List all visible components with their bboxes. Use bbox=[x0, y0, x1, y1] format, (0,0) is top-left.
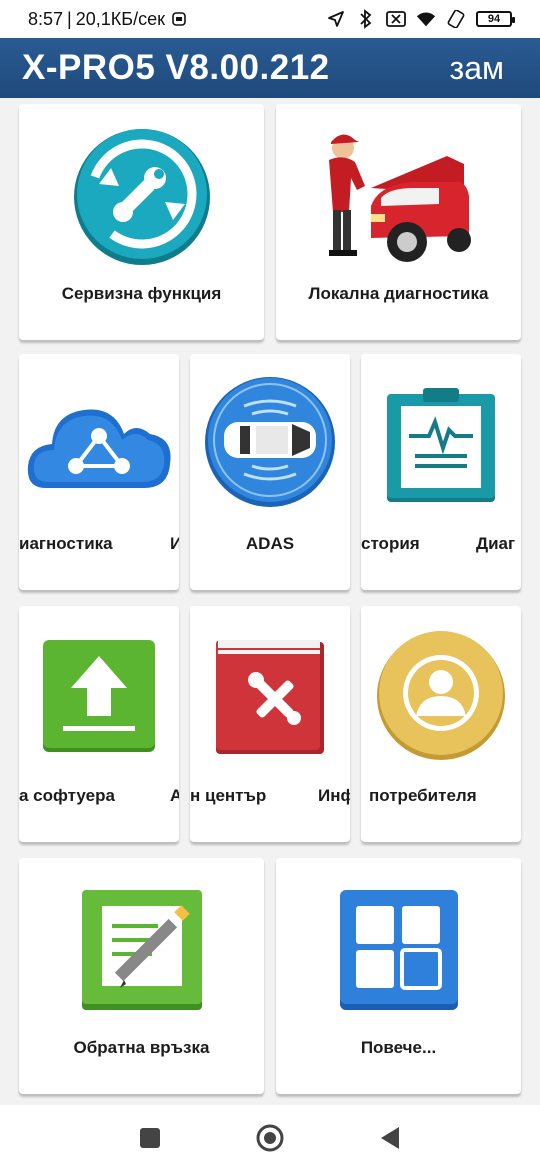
status-separator: | bbox=[67, 8, 72, 29]
notepad-pencil-icon bbox=[80, 888, 204, 1010]
tile-label: Локална диагностика bbox=[308, 284, 489, 303]
rotate-icon bbox=[446, 9, 466, 29]
tile-remote-diagnostics[interactable]: иагностика И bbox=[19, 354, 179, 590]
app-header: X-PRO5 V8.00.212 зам bbox=[0, 38, 540, 98]
mechanic-car-icon bbox=[319, 126, 479, 266]
tile-label: а софтуера bbox=[19, 786, 115, 805]
battery-icon: 94 bbox=[476, 11, 515, 27]
tile-history[interactable]: стория Диаг bbox=[361, 354, 521, 590]
tile-more[interactable]: Повече... bbox=[276, 858, 521, 1094]
adas-car-icon bbox=[204, 376, 336, 508]
wifi-icon bbox=[416, 9, 436, 29]
tile-label: Повече... bbox=[360, 1038, 437, 1057]
tile-label-edge: И bbox=[170, 534, 179, 553]
no-sim-icon bbox=[386, 9, 406, 29]
nav-bar bbox=[0, 1105, 540, 1170]
recents-button[interactable] bbox=[135, 1123, 165, 1153]
back-button[interactable] bbox=[375, 1123, 405, 1153]
user-icon bbox=[376, 630, 506, 760]
tile-user-info[interactable]: потребителя bbox=[361, 606, 521, 842]
tile-label: иагностика bbox=[19, 534, 113, 553]
tile-feedback[interactable]: Обратна връзка bbox=[19, 858, 264, 1094]
app-title: X-PRO5 V8.00.212 bbox=[22, 48, 330, 87]
tile-label: потребителя bbox=[369, 786, 477, 805]
location-icon bbox=[326, 9, 346, 29]
tile-label: Обратна връзка bbox=[73, 1038, 210, 1057]
tile-service-function[interactable]: Сервизна функция bbox=[19, 104, 264, 340]
tile-label-edge: Инф bbox=[318, 786, 350, 805]
tile-software-update[interactable]: а софтуера А bbox=[19, 606, 179, 842]
tile-grid: Сервизна функция Локална диагностика иаг… bbox=[0, 98, 540, 1105]
tile-label: Сервизна функция bbox=[61, 284, 222, 303]
repair-book-icon bbox=[212, 638, 328, 756]
cloud-share-icon bbox=[24, 394, 174, 494]
service-wrench-icon bbox=[71, 126, 213, 268]
tile-help-center[interactable]: н център Инф bbox=[190, 606, 350, 842]
upload-icon bbox=[41, 638, 157, 754]
status-speed: 20,1КБ/сек bbox=[75, 8, 165, 29]
sim-icon bbox=[169, 9, 189, 29]
tile-local-diagnostics[interactable]: Локална диагностика bbox=[276, 104, 521, 340]
header-right-text[interactable]: зам bbox=[450, 50, 504, 87]
tile-label: стория bbox=[361, 534, 420, 553]
tile-label-edge: А bbox=[170, 786, 179, 805]
tile-label-edge: Диаг bbox=[476, 534, 516, 553]
status-time: 8:57 bbox=[28, 8, 64, 29]
clipboard-wave-icon bbox=[385, 386, 497, 502]
grid-icon bbox=[338, 888, 460, 1010]
bluetooth-icon bbox=[356, 9, 376, 29]
tile-adas[interactable]: ADAS bbox=[190, 354, 350, 590]
home-button[interactable] bbox=[255, 1123, 285, 1153]
tile-label: ADAS bbox=[245, 534, 295, 553]
status-bar: 8:57 | 20,1КБ/сек 94 bbox=[0, 0, 540, 38]
tile-label: н център bbox=[190, 786, 267, 805]
